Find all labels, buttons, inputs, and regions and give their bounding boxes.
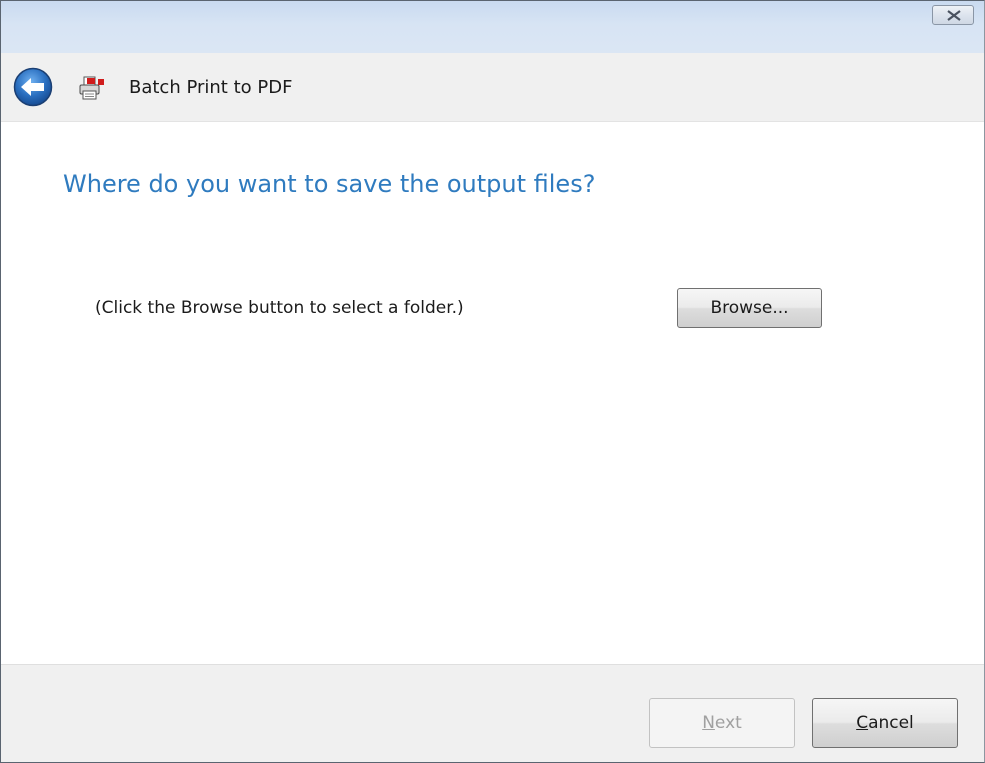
page-heading: Where do you want to save the output fil… <box>63 170 596 198</box>
back-button[interactable] <box>13 67 53 107</box>
wizard-title: Batch Print to PDF <box>129 77 293 98</box>
cancel-label-rest: ancel <box>868 713 914 733</box>
browse-hint-text: (Click the Browse button to select a fol… <box>95 298 464 318</box>
close-button[interactable] <box>932 5 974 25</box>
wizard-content: Where do you want to save the output fil… <box>1 122 984 664</box>
wizard-header: Batch Print to PDF <box>1 53 984 122</box>
next-button[interactable]: Next <box>649 698 795 748</box>
browse-button[interactable]: Browse... <box>677 288 822 328</box>
wizard-footer: Next Cancel <box>1 664 984 762</box>
next-label-rest: ext <box>714 713 742 733</box>
pdf-printer-icon <box>79 76 105 100</box>
wizard-window: Batch Print to PDF Where do you want to … <box>0 0 985 763</box>
cancel-button[interactable]: Cancel <box>812 698 958 748</box>
close-icon <box>947 10 961 21</box>
back-arrow-icon <box>13 67 53 107</box>
cancel-mnemonic: C <box>856 713 869 733</box>
next-mnemonic: N <box>702 713 715 733</box>
title-bar[interactable] <box>1 1 984 53</box>
